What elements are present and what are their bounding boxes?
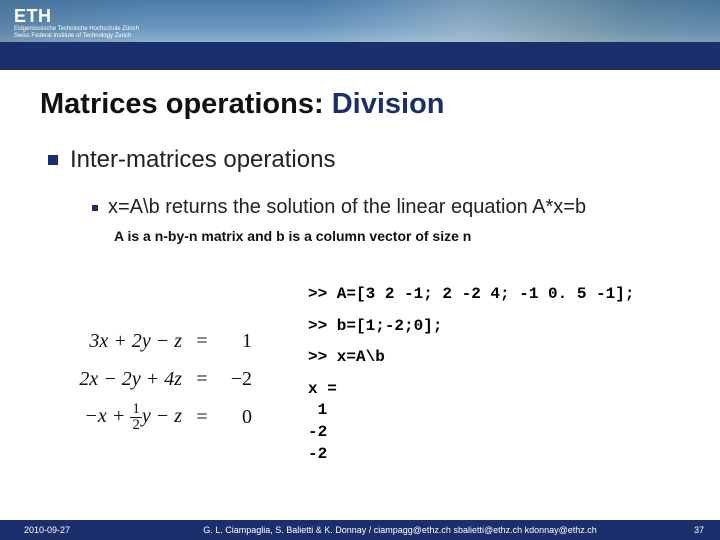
footer-page-number: 37 [670,525,720,535]
eq2-rhs: −2 [212,368,252,391]
eth-subtitle-line2: Swiss Federal Institute of Technology Zu… [14,33,131,39]
eth-logo: ETH [14,6,52,27]
footer-bar: 2010-09-27 G. L. Ciampaglia, S. Balietti… [0,520,720,540]
bullet-note: A is a n-by-n matrix and b is a column v… [114,228,471,244]
eq1-rhs: 1 [212,330,252,353]
equation-system: 3x + 2y − z = 1 2x − 2y + 4z = −2 −x + 1… [22,322,292,436]
eq1-lhs: 3x + 2y − z [22,330,192,353]
header-blue-bar [0,42,720,70]
code-line-2: >> b=[1;-2;0]; [308,316,708,338]
header-banner: ETH Eidgenössische Technische Hochschule… [0,0,720,70]
code-block: >> A=[3 2 -1; 2 -2 4; -1 0. 5 -1]; >> b=… [308,284,708,465]
bullet-level-1: Inter-matrices operations [48,146,335,174]
slide-title: Matrices operations: Division [40,88,445,121]
footer-date: 2010-09-27 [0,525,130,535]
bullet-level-2-text: x=A\b returns the solution of the linear… [108,196,586,219]
eq2-lhs: 2x − 2y + 4z [22,368,192,391]
eq3-lhs: −x + 12y − z [22,402,192,433]
eq3-frac-num: 1 [130,402,142,418]
eq3-frac-den: 2 [130,418,142,433]
eq3-equals: = [192,406,212,429]
eq1-equals: = [192,330,212,353]
title-main: Matrices operations: [40,88,324,120]
bullet-level-1-text: Inter-matrices operations [70,146,335,174]
equation-row-1: 3x + 2y − z = 1 [22,322,292,360]
title-accent: Division [324,88,445,120]
code-result: x = 1 -2 -2 [308,379,708,465]
bullet-square-small-icon [92,205,98,211]
slide: ETH Eidgenössische Technische Hochschule… [0,0,720,540]
bullet-square-icon [48,155,58,165]
eq2-equals: = [192,368,212,391]
eth-subtitle-line1: Eidgenössische Technische Hochschule Zür… [14,26,139,32]
footer-credits: G. L. Ciampaglia, S. Balietti & K. Donna… [130,525,670,535]
equation-row-2: 2x − 2y + 4z = −2 [22,360,292,398]
bullet-level-2: x=A\b returns the solution of the linear… [92,196,586,219]
eth-subtitle: Eidgenössische Technische Hochschule Zür… [14,26,139,40]
equation-row-3: −x + 12y − z = 0 [22,398,292,436]
code-line-3: >> x=A\b [308,347,708,369]
code-line-1: >> A=[3 2 -1; 2 -2 4; -1 0. 5 -1]; [308,284,708,306]
eq3-rhs: 0 [212,406,252,429]
